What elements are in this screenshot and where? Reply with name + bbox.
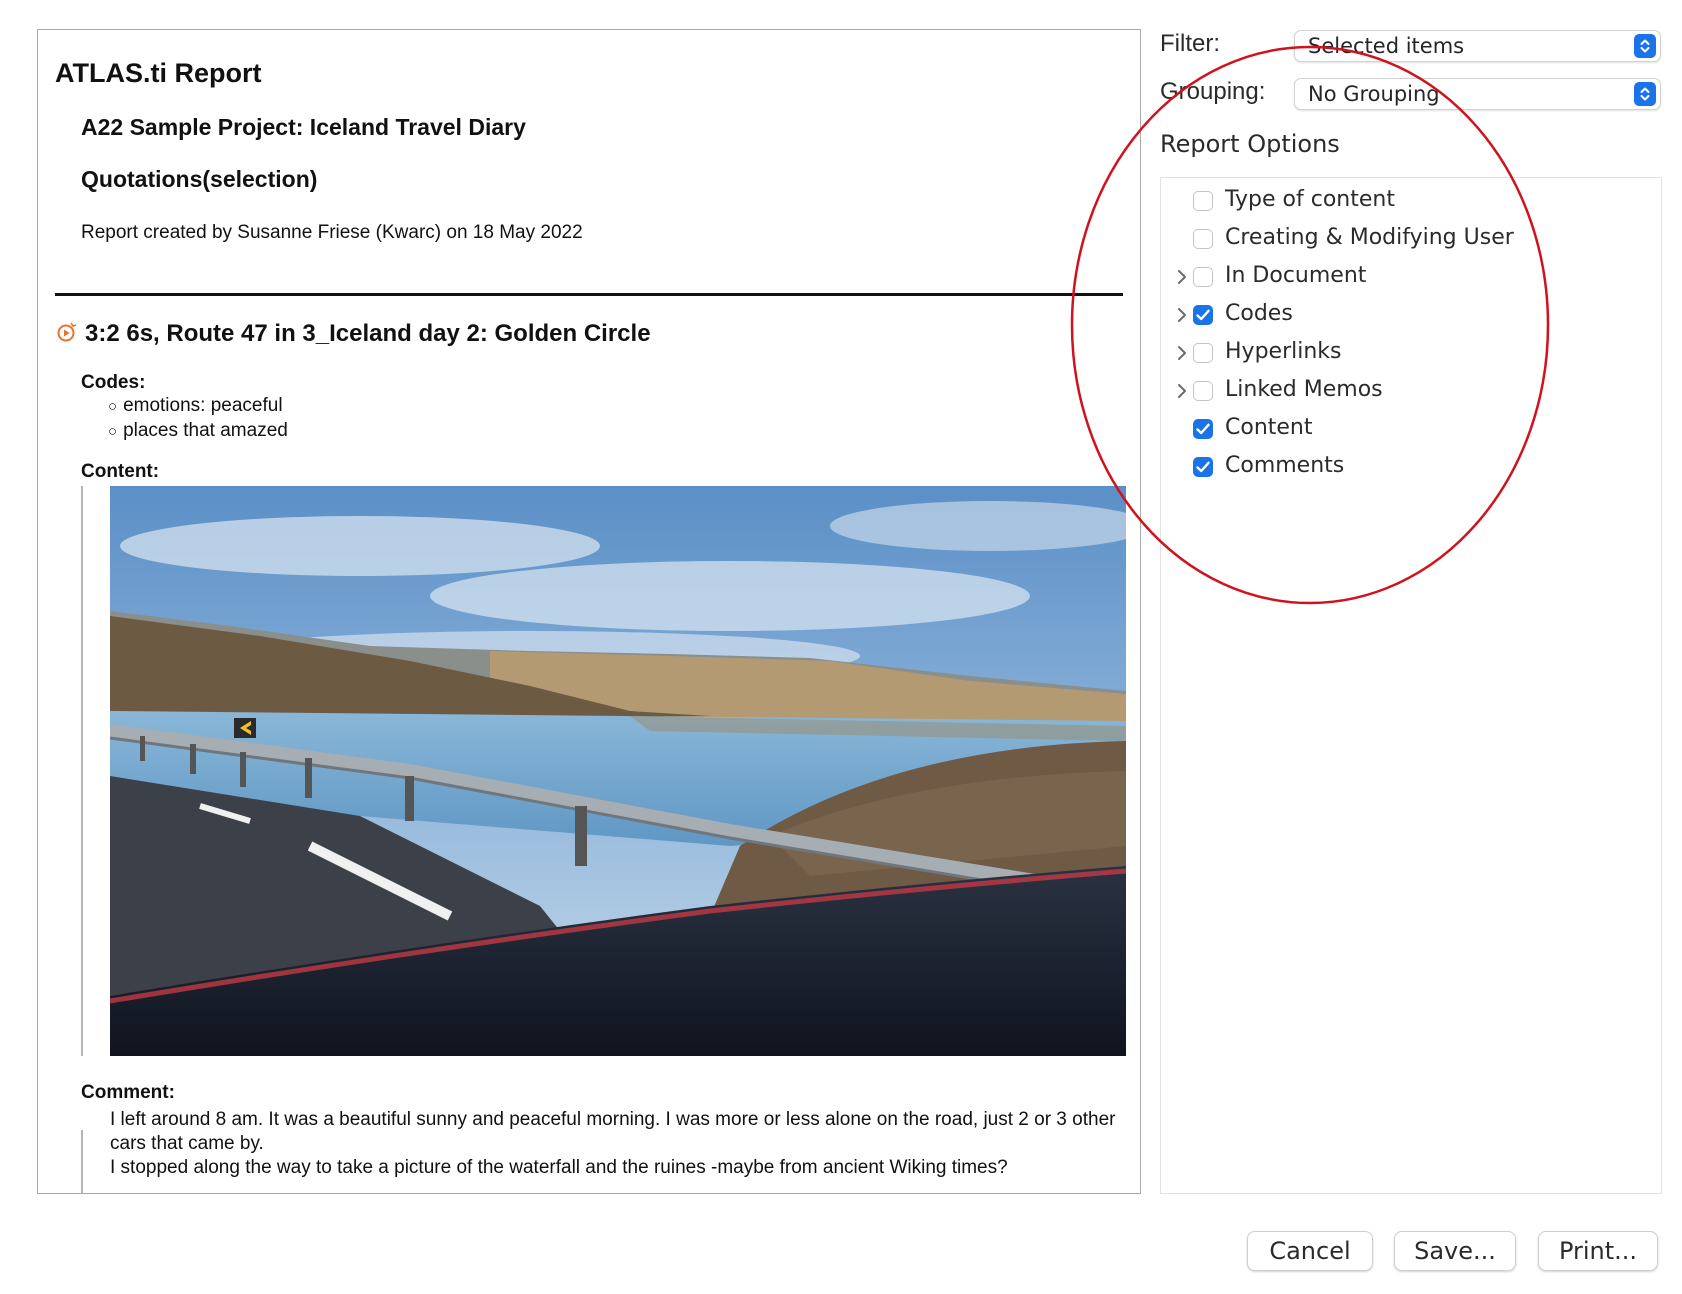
option-label: Codes: [1225, 301, 1293, 326]
filter-label: Filter:: [1160, 30, 1220, 57]
report-title: ATLAS.ti Report: [55, 58, 262, 88]
filter-select[interactable]: Selected items: [1294, 30, 1661, 62]
option-row[interactable]: Creating & Modifying User: [1161, 223, 1661, 257]
checkmark-icon: [1196, 423, 1210, 435]
option-row[interactable]: Hyperlinks: [1161, 337, 1661, 371]
option-row[interactable]: Comments: [1161, 451, 1661, 485]
chevron-updown-icon: [1634, 34, 1656, 58]
option-label: Creating & Modifying User: [1225, 225, 1514, 250]
project-title: A22 Sample Project: Iceland Travel Diary: [81, 114, 526, 140]
option-checkbox[interactable]: [1193, 267, 1213, 287]
save-button[interactable]: Save...: [1394, 1231, 1516, 1271]
option-label: Content: [1225, 415, 1313, 440]
grouping-value: No Grouping: [1308, 82, 1440, 106]
content-label: Content:: [81, 461, 160, 482]
option-checkbox[interactable]: [1193, 343, 1213, 363]
chevron-right-icon[interactable]: [1175, 307, 1189, 323]
option-checkbox[interactable]: [1193, 457, 1213, 477]
content-indent-bar: [81, 486, 83, 1056]
print-button[interactable]: Print...: [1538, 1231, 1658, 1271]
option-checkbox[interactable]: [1193, 229, 1213, 249]
codes-list: emotions: peaceful places that amazed: [108, 394, 288, 444]
divider: [55, 293, 1123, 296]
option-label: Hyperlinks: [1225, 339, 1342, 364]
option-label: Linked Memos: [1225, 377, 1383, 402]
checkmark-icon: [1196, 461, 1210, 473]
chevron-right-icon[interactable]: [1175, 383, 1189, 399]
option-row[interactable]: Type of content: [1161, 185, 1661, 219]
list-item: emotions: peaceful: [108, 394, 288, 419]
option-label: Type of content: [1225, 187, 1395, 212]
section-title: Quotations(selection): [81, 166, 318, 192]
chevron-right-icon[interactable]: [1175, 269, 1189, 285]
option-row[interactable]: Content: [1161, 413, 1661, 447]
comment-paragraph: I stopped along the way to take a pictur…: [110, 1157, 1008, 1178]
filter-value: Selected items: [1308, 34, 1465, 58]
option-checkbox[interactable]: [1193, 191, 1213, 211]
comment-paragraph: I left around 8 am. It was a beautiful s…: [110, 1109, 1116, 1154]
option-row[interactable]: In Document: [1161, 261, 1661, 295]
checkmark-icon: [1196, 309, 1210, 321]
chevron-right-icon[interactable]: [1175, 345, 1189, 361]
codes-label: Codes:: [81, 372, 146, 393]
video-quotation-icon: [57, 322, 77, 342]
grouping-label: Grouping:: [1160, 78, 1266, 105]
quotation-heading: 3:2 6s, Route 47 in 3_Iceland day 2: Gol…: [85, 320, 651, 347]
list-item: places that amazed: [108, 419, 288, 444]
option-checkbox[interactable]: [1193, 419, 1213, 439]
report-created-line: Report created by Susanne Friese (Kwarc)…: [81, 222, 583, 243]
option-label: In Document: [1225, 263, 1367, 288]
comment-indent-bar: [81, 1130, 83, 1193]
cancel-button[interactable]: Cancel: [1247, 1231, 1373, 1271]
option-checkbox[interactable]: [1193, 381, 1213, 401]
option-row[interactable]: Codes: [1161, 299, 1661, 333]
comment-text: I left around 8 am. It was a beautiful s…: [110, 1108, 1120, 1180]
option-label: Comments: [1225, 453, 1345, 478]
option-row[interactable]: Linked Memos: [1161, 375, 1661, 409]
option-checkbox[interactable]: [1193, 305, 1213, 325]
report-options-list: Type of content Creating & Modifying User…: [1160, 177, 1662, 1194]
iceland-fjord-road-photo: [110, 486, 1126, 1056]
report-options-heading: Report Options: [1160, 130, 1340, 158]
chevron-updown-icon: [1634, 82, 1656, 106]
grouping-select[interactable]: No Grouping: [1294, 78, 1661, 110]
comment-label: Comment:: [81, 1082, 175, 1103]
report-preview[interactable]: ATLAS.ti Report A22 Sample Project: Icel…: [37, 29, 1141, 1194]
